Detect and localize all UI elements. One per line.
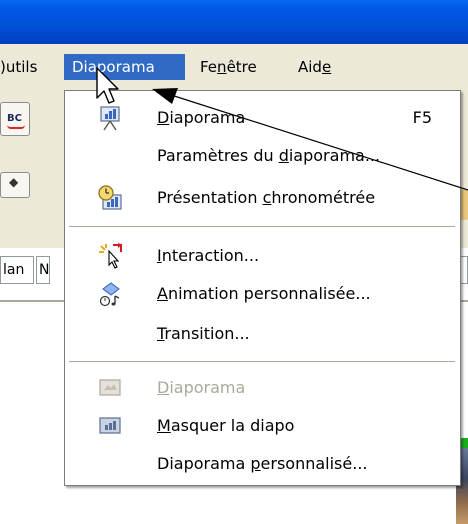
- title-bar: [0, 0, 468, 44]
- menu-item-transition[interactable]: Transition...: [65, 317, 460, 351]
- menu-item-diaporama-disabled: Diaporama: [65, 371, 460, 405]
- menu-outils[interactable]: )utils: [0, 56, 37, 82]
- menu-fenetre[interactable]: Fenêtre: [200, 56, 257, 82]
- menu-separator: [69, 361, 455, 362]
- menu-item-label: Diaporama personnalisé...: [157, 454, 368, 473]
- tab-notes[interactable]: N: [36, 256, 50, 284]
- menu-item-presentation-chronometree[interactable]: Présentation chronométrée: [65, 181, 460, 215]
- menu-bar: )utils Diaporama Fenêtre Aide: [0, 44, 468, 90]
- menu-item-diaporama-personnalise[interactable]: Diaporama personnalisé...: [65, 447, 460, 481]
- menu-item-parametres-diaporama[interactable]: Paramètres du diaporama...: [65, 139, 460, 173]
- custom-animation-icon: [99, 282, 120, 307]
- interaction-icon: [99, 243, 122, 269]
- rehearse-timings-icon: [98, 185, 122, 210]
- menu-item-animation-personnalisee[interactable]: Animation personnalisée...: [65, 277, 460, 311]
- menu-item-label: Transition...: [157, 324, 250, 343]
- diaporama-dropdown-menu: Diaporama F5 Paramètres du diaporama... …: [64, 90, 461, 486]
- menu-item-label: Interaction...: [157, 246, 260, 265]
- menu-item-masquer-diapo[interactable]: Masquer la diapo: [65, 409, 460, 443]
- menu-aide[interactable]: Aide: [298, 56, 331, 82]
- menu-item-interaction[interactable]: Interaction...: [65, 239, 460, 273]
- menu-item-label: Masquer la diapo: [157, 416, 295, 435]
- menu-separator: [69, 226, 455, 227]
- menu-item-label: Animation personnalisée...: [157, 284, 371, 303]
- spin-button[interactable]: ◆: [0, 172, 30, 198]
- menu-item-diaporama[interactable]: Diaporama F5: [65, 101, 460, 135]
- slideshow-icon: [100, 106, 120, 131]
- tab-plan[interactable]: lan: [0, 256, 34, 284]
- shortcut-label: F5: [412, 108, 432, 127]
- spellcheck-button[interactable]: BC: [0, 102, 30, 136]
- menu-item-label: Paramètres du diaporama...: [157, 146, 381, 165]
- hide-slide-icon: [99, 417, 121, 434]
- spellcheck-wavy-underline: [7, 125, 25, 129]
- menu-item-label: Diaporama: [157, 378, 246, 397]
- menu-item-label: Diaporama: [157, 108, 246, 127]
- menu-item-label: Présentation chronométrée: [157, 188, 376, 207]
- show-slide-icon: [99, 379, 121, 396]
- menu-diaporama[interactable]: Diaporama: [64, 54, 185, 80]
- spin-icon: ◆: [9, 175, 19, 189]
- spellcheck-icon: BC: [7, 113, 22, 124]
